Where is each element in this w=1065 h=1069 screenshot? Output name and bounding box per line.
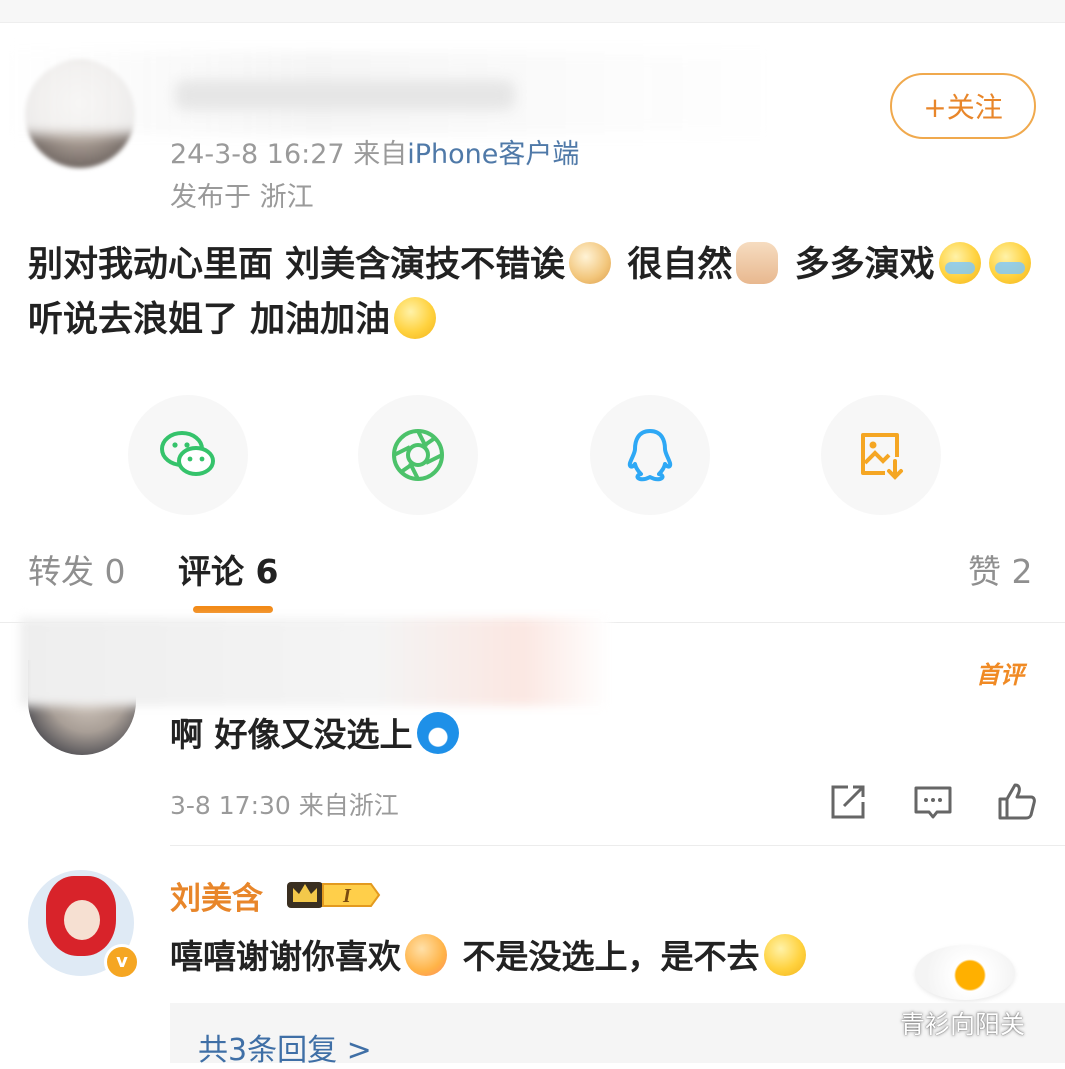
commenter-name[interactable]: 刘美含 <box>170 873 263 918</box>
moments-icon <box>392 429 444 481</box>
mosaic-overlay <box>20 618 610 706</box>
hug-heart-emoji-icon <box>405 934 447 976</box>
vip-level-badge-icon: I <box>287 882 381 908</box>
comment-text: 啊 好像又没选上 <box>170 708 463 756</box>
post-text-part: 多多演戏 <box>794 245 935 285</box>
comment-text-content: 不是没选上，是不去 <box>462 937 760 976</box>
like-comment-button[interactable] <box>995 780 1039 824</box>
author-name-blurred[interactable] <box>175 80 515 110</box>
tab-comments[interactable]: 评论 6 <box>178 545 278 593</box>
share-icon <box>831 785 865 819</box>
thumbs-up-icon <box>998 783 1036 820</box>
thinking-emoji-icon <box>763 934 806 976</box>
top-bar <box>0 0 1065 23</box>
post-meta: 24-3-8 16:27 来自iPhone客户端 <box>170 132 579 171</box>
tab-likes[interactable]: 赞 2 <box>968 545 1033 593</box>
share-wechat-button[interactable] <box>128 395 248 515</box>
save-image-icon <box>861 433 903 480</box>
first-comment-badge: 首评 <box>976 661 1024 689</box>
active-tab-indicator <box>193 606 273 613</box>
post-body: 别对我动心里面 刘美含演技不错诶 很自然 多多演戏 听说去浪姐了 加油加油 <box>28 238 1038 348</box>
post-from-prefix: 来自 <box>353 139 408 170</box>
post-text-part: 听说去浪姐了 加油加油 <box>28 300 391 340</box>
share-qq-button[interactable] <box>590 395 710 515</box>
egg-sticker <box>915 945 1015 1000</box>
qq-icon <box>627 429 673 482</box>
wechat-icon <box>160 431 215 476</box>
post-text-part: 别对我动心里面 刘美含演技不错诶 <box>28 245 566 285</box>
avatar-face <box>64 900 100 940</box>
share-moments-button[interactable] <box>358 395 478 515</box>
view-replies-link[interactable]: 共3条回复 > <box>198 1025 372 1069</box>
comment-text: 嘻嘻谢谢你喜欢 不是没选上，是不去 <box>170 930 810 978</box>
post-source-link[interactable]: iPhone客户端 <box>407 139 579 170</box>
tab-repost[interactable]: 转发 0 <box>28 545 126 593</box>
comment-text-content: 啊 好像又没选上 <box>170 715 413 754</box>
laugh-emoji-icon <box>394 297 437 339</box>
comment-text-content: 嘻嘻谢谢你喜欢 <box>170 937 401 976</box>
post-text-part: 很自然 <box>627 245 733 285</box>
share-comment-button[interactable] <box>826 780 870 824</box>
reply-comment-button[interactable] <box>911 780 955 824</box>
doge-emoji-icon <box>569 242 612 284</box>
watermark: 青衫向阳关 <box>900 1010 1026 1039</box>
follow-button[interactable]: +关注 <box>890 73 1036 139</box>
post-timestamp: 24-3-8 16:27 <box>170 139 345 170</box>
divider <box>170 845 1065 846</box>
comment-icon <box>914 786 952 819</box>
verified-badge-icon: v <box>104 944 140 980</box>
doraemon-emoji-icon <box>416 712 459 754</box>
thumbs-up-emoji-icon <box>736 242 779 284</box>
svg-text:I: I <box>342 885 352 907</box>
post-location: 发布于 浙江 <box>170 182 314 213</box>
touched-cry-emoji-icon <box>938 242 981 284</box>
save-image-button[interactable] <box>821 395 941 515</box>
touched-cry-emoji-icon <box>988 242 1031 284</box>
comment-meta: 3-8 17:30 来自浙江 <box>170 791 399 820</box>
